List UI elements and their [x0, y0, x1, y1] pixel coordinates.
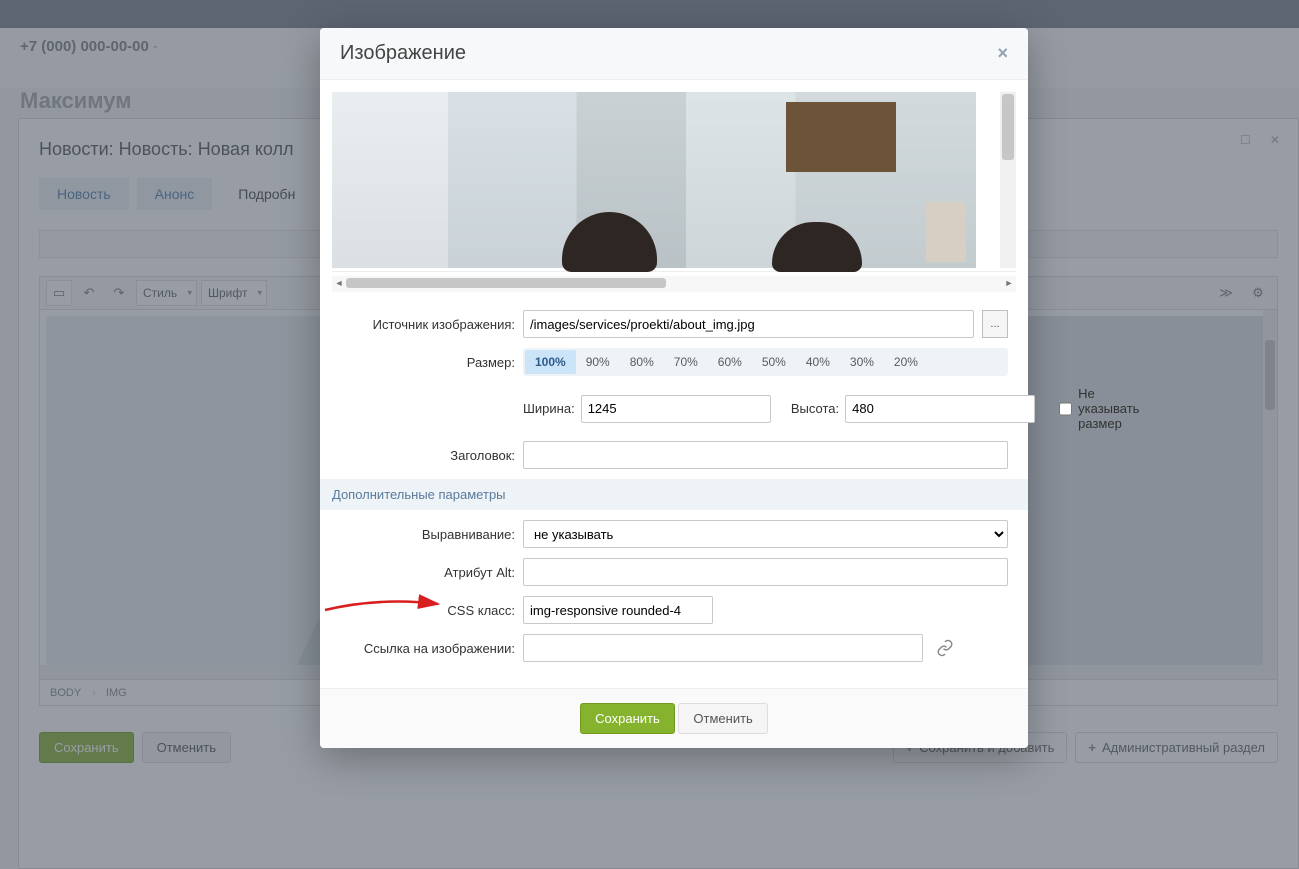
- title-input[interactable]: [523, 441, 1008, 469]
- size-60[interactable]: 60%: [708, 350, 752, 374]
- css-class-input[interactable]: [523, 596, 713, 624]
- browse-button[interactable]: ...: [982, 310, 1008, 338]
- size-100[interactable]: 100%: [525, 350, 576, 374]
- size-label: Размер:: [340, 355, 515, 370]
- nosize-checkbox-wrap[interactable]: Не указывать размер: [1059, 386, 1146, 431]
- nosize-label: Не указывать размер: [1078, 386, 1146, 431]
- alt-label: Атрибут Alt:: [340, 565, 515, 580]
- alt-input[interactable]: [523, 558, 1008, 586]
- scroll-right-icon[interactable]: ►: [1004, 278, 1014, 288]
- size-90[interactable]: 90%: [576, 350, 620, 374]
- source-label: Источник изображения:: [340, 317, 515, 332]
- size-70[interactable]: 70%: [664, 350, 708, 374]
- size-40[interactable]: 40%: [796, 350, 840, 374]
- preview-horizontal-scrollbar[interactable]: ◄ ►: [332, 276, 1016, 292]
- size-options: 100% 90% 80% 70% 60% 50% 40% 30% 20%: [523, 348, 1008, 376]
- css-class-label: CSS класс:: [340, 603, 515, 618]
- modal-cancel-button[interactable]: Отменить: [678, 703, 767, 734]
- preview-image: [332, 92, 976, 268]
- width-label: Ширина:: [523, 401, 575, 416]
- link-label: Ссылка на изображении:: [340, 641, 515, 656]
- height-label: Высота:: [791, 401, 839, 416]
- width-input[interactable]: [581, 395, 771, 423]
- height-input[interactable]: [845, 395, 1035, 423]
- modal-footer: Сохранить Отменить: [320, 688, 1028, 748]
- modal-save-button[interactable]: Сохранить: [580, 703, 675, 734]
- modal-header: Изображение ×: [320, 28, 1028, 80]
- title-label: Заголовок:: [340, 448, 515, 463]
- extra-params-header: Дополнительные параметры: [320, 479, 1028, 510]
- preview-vertical-scrollbar[interactable]: [1000, 92, 1016, 268]
- close-icon[interactable]: ×: [997, 43, 1008, 64]
- link-icon[interactable]: [931, 634, 959, 662]
- align-select[interactable]: не указывать: [523, 520, 1008, 548]
- size-50[interactable]: 50%: [752, 350, 796, 374]
- align-label: Выравнивание:: [340, 527, 515, 542]
- modal-form: Источник изображения: ... Размер: 100% 9…: [320, 292, 1028, 688]
- size-80[interactable]: 80%: [620, 350, 664, 374]
- link-input[interactable]: [523, 634, 923, 662]
- modal-title: Изображение: [340, 42, 466, 65]
- size-30[interactable]: 30%: [840, 350, 884, 374]
- nosize-checkbox[interactable]: [1059, 402, 1072, 416]
- image-preview-pane: [332, 92, 1016, 272]
- image-properties-modal: Изображение × ◄ ► Источник изображения: …: [320, 28, 1028, 748]
- size-20[interactable]: 20%: [884, 350, 928, 374]
- scroll-left-icon[interactable]: ◄: [334, 278, 344, 288]
- source-input[interactable]: [523, 310, 974, 338]
